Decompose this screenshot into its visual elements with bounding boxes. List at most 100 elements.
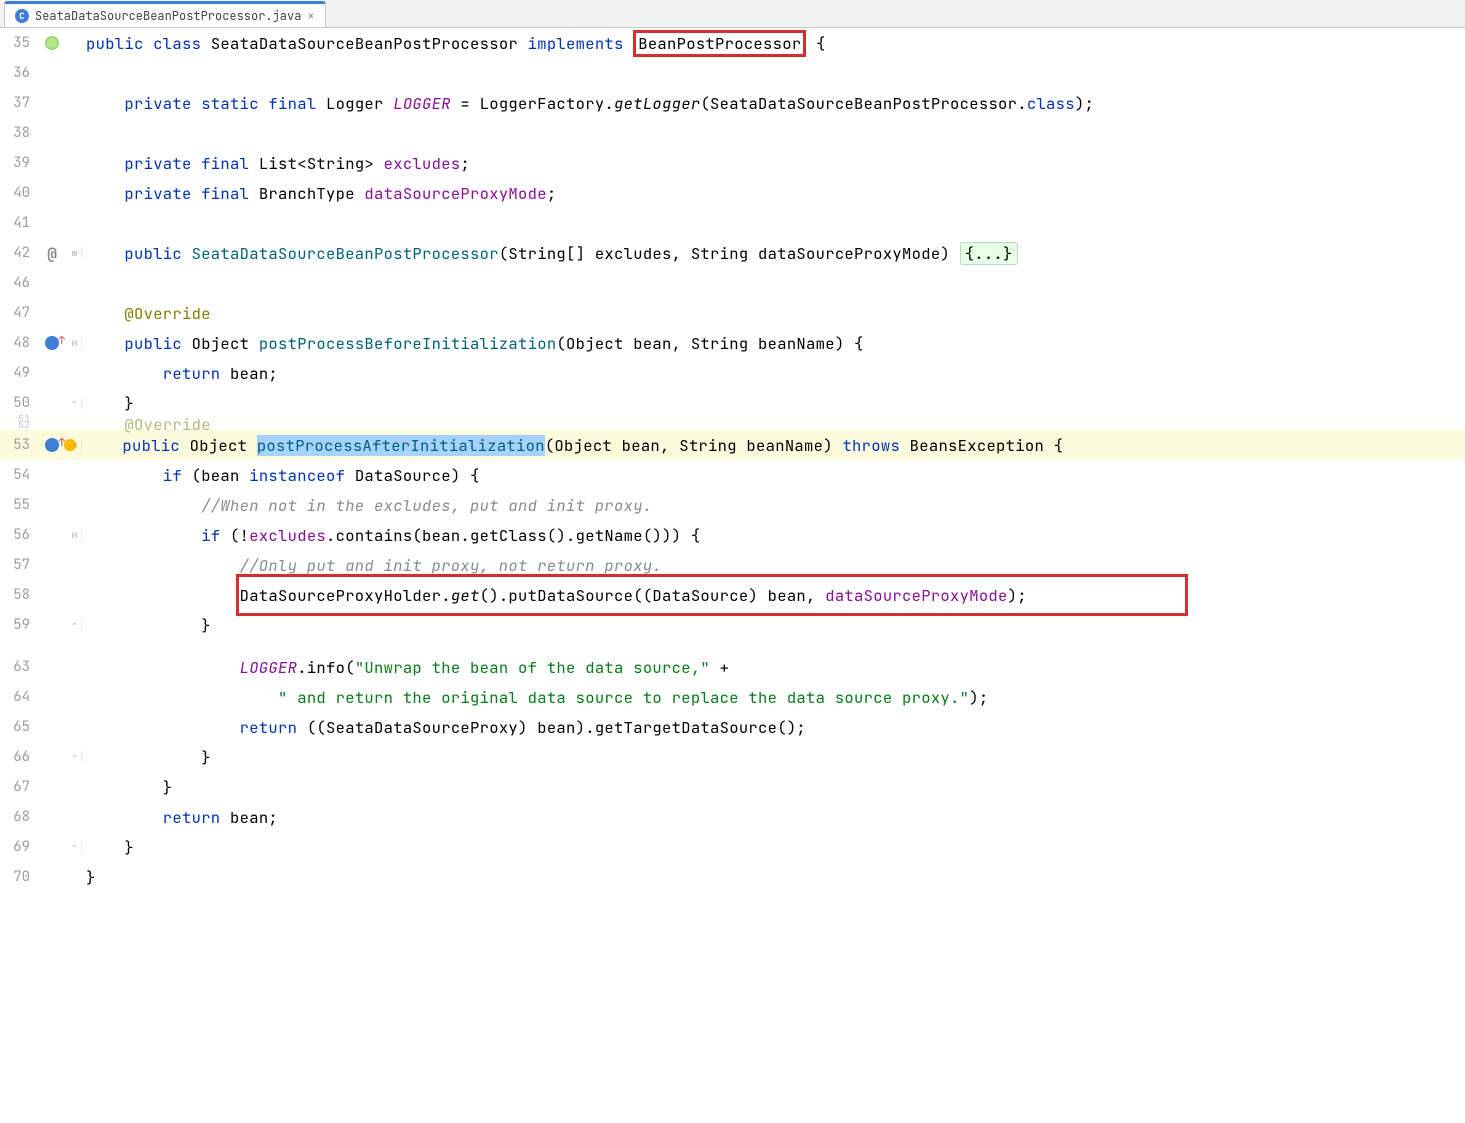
code-row[interactable]: 69 ⌃ } (0, 832, 1465, 862)
code-text[interactable]: return bean; (82, 363, 1465, 384)
code-text[interactable]: @Override (82, 414, 1465, 435)
line-number[interactable]: 41 (0, 214, 36, 232)
line-number[interactable]: 68 (0, 808, 36, 826)
code-text[interactable]: return bean; (82, 807, 1465, 828)
fold-handle[interactable]: ⌃ (68, 841, 82, 853)
code-row[interactable]: 35 public class SeataDataSourceBeanPostPr… (0, 28, 1465, 58)
line-number[interactable]: 36 (0, 64, 36, 82)
code-row[interactable]: 47 @Override (0, 298, 1465, 328)
code-row[interactable]: 48 ⊟ public Object postProcessBeforeIniti… (0, 328, 1465, 358)
code-text[interactable]: } (82, 747, 1465, 768)
line-number[interactable]: 40 (0, 184, 36, 202)
code-row[interactable]: 37 private static final Logger LOGGER = … (0, 88, 1465, 118)
code-text[interactable]: } (82, 777, 1465, 798)
override-icon[interactable] (45, 336, 59, 350)
code-row[interactable]: 63 LOGGER.info("Unwrap the bean of the d… (0, 652, 1465, 682)
code-text[interactable]: LOGGER.info("Unwrap the bean of the data… (82, 657, 1465, 678)
fold-handle[interactable]: ⊟ (68, 529, 82, 541)
fold-handle[interactable]: ⊟ (68, 337, 82, 349)
code-row[interactable]: 53⊟ public Object postProcessAfterInitia… (0, 430, 1465, 460)
code-text[interactable]: public Object postProcessBeforeInitializ… (82, 333, 1465, 354)
code-row[interactable]: 42 @ ⊞ public SeataDataSourceBeanPostProce… (0, 238, 1465, 268)
code-text[interactable]: private final BranchType dataSourceProxy… (82, 183, 1465, 204)
line-number[interactable]: 54 (0, 466, 36, 484)
fold-handle[interactable]: ⌃ (68, 397, 82, 409)
code-row[interactable]: 39 private final List<String> excludes; (0, 148, 1465, 178)
code-row[interactable]: 58 DataSourceProxyHolder.get().putDataSo… (0, 580, 1465, 610)
recursive-class-icon[interactable] (45, 36, 59, 50)
line-number[interactable]: 66 (0, 748, 36, 766)
fold-handle[interactable]: ⊞ (68, 247, 82, 259)
line-number[interactable]: 42 (0, 244, 36, 262)
line-number[interactable]: 58 (0, 586, 36, 604)
code-text[interactable]: @Override (82, 303, 1465, 324)
code-row[interactable]: 38 (0, 118, 1465, 148)
line-number[interactable]: 63 (0, 658, 36, 676)
code-text[interactable]: if (bean instanceof DataSource) { (82, 465, 1465, 486)
line-number[interactable]: 47 (0, 304, 36, 322)
code-text[interactable]: private static final Logger LOGGER = Log… (82, 93, 1465, 114)
code-column[interactable]: 35 public class SeataDataSourceBeanPostPr… (0, 28, 1465, 1123)
code-row[interactable]: 65 return ((SeataDataSourceProxy) bean).… (0, 712, 1465, 742)
code-text[interactable]: } (82, 393, 1465, 414)
code-row[interactable]: 68 return bean; (0, 802, 1465, 832)
code-text[interactable]: public class SeataDataSourceBeanPostProc… (82, 30, 1465, 57)
close-icon[interactable]: × (307, 8, 314, 24)
code-row[interactable] (0, 640, 1465, 652)
line-number[interactable]: 70 (0, 868, 36, 886)
line-number[interactable]: 46 (0, 274, 36, 292)
code-text[interactable]: private final List<String> excludes; (82, 153, 1465, 174)
line-number[interactable]: 37 (0, 94, 36, 112)
code-row[interactable]: 5152 @Override (0, 418, 1465, 430)
code-text[interactable]: DataSourceProxyHolder.get().putDataSourc… (82, 585, 1465, 606)
code-row[interactable]: 40 private final BranchType dataSourcePr… (0, 178, 1465, 208)
line-number[interactable]: 64 (0, 688, 36, 706)
code-row[interactable]: 41 (0, 208, 1465, 238)
code-row[interactable]: 36 (0, 58, 1465, 88)
code-text[interactable]: //Only put and init proxy, not return pr… (82, 555, 1465, 576)
fold-handle[interactable]: ⌃ (68, 619, 82, 631)
line-number[interactable]: 57 (0, 556, 36, 574)
code-row[interactable]: 49 return bean; (0, 358, 1465, 388)
code-text[interactable]: } (82, 837, 1465, 858)
line-number[interactable]: 67 (0, 778, 36, 796)
code-row[interactable]: 56 ⊟ if (!excludes.contains(bean.getClass… (0, 520, 1465, 550)
line-number[interactable]: 50 (0, 394, 36, 412)
code-row[interactable]: 59 ⌃ } (0, 610, 1465, 640)
line-number[interactable]: 65 (0, 718, 36, 736)
code-text[interactable]: if (!excludes.contains(bean.getClass().g… (82, 525, 1465, 546)
code-text[interactable]: public SeataDataSourceBeanPostProcessor(… (82, 243, 1465, 264)
line-number[interactable]: 49 (0, 364, 36, 382)
line-number[interactable]: 59 (0, 616, 36, 634)
code-row[interactable]: 54 if (bean instanceof DataSource) { (0, 460, 1465, 490)
tab-filename: SeataDataSourceBeanPostProcessor.java (35, 8, 301, 24)
code-row[interactable]: 55 //When not in the excludes, put and i… (0, 490, 1465, 520)
at-gutter-icon[interactable]: @ (47, 243, 57, 264)
code-text[interactable]: } (82, 615, 1465, 636)
code-text[interactable]: public Object postProcessAfterInitializa… (82, 435, 1465, 456)
code-text[interactable]: " and return the original data source to… (82, 687, 1465, 708)
code-text[interactable]: return ((SeataDataSourceProxy) bean).get… (82, 717, 1465, 738)
line-number[interactable]: 55 (0, 496, 36, 514)
code-row[interactable]: 57 //Only put and init proxy, not return… (0, 550, 1465, 580)
line-number[interactable]: 69 (0, 838, 36, 856)
fold-handle[interactable]: ⌃ (68, 751, 82, 763)
override-icon[interactable] (45, 438, 59, 452)
code-row[interactable]: 46 (0, 268, 1465, 298)
code-row[interactable]: 70} (0, 862, 1465, 892)
line-number[interactable]: 56 (0, 526, 36, 544)
intention-bulb-icon[interactable] (64, 439, 76, 451)
line-number[interactable]: 39 (0, 154, 36, 172)
line-number[interactable]: 53 (0, 436, 36, 454)
line-number[interactable]: 5152 (0, 415, 36, 433)
code-row[interactable]: 66 ⌃ } (0, 742, 1465, 772)
code-text[interactable]: } (82, 867, 1465, 888)
tab-file[interactable]: C SeataDataSourceBeanPostProcessor.java … (4, 1, 326, 27)
line-number[interactable]: 38 (0, 124, 36, 142)
line-number[interactable]: 48 (0, 334, 36, 352)
line-number[interactable]: 35 (0, 34, 36, 52)
code-text[interactable]: //When not in the excludes, put and init… (82, 495, 1465, 516)
folded-code-block[interactable]: {...} (960, 242, 1018, 265)
code-row[interactable]: 64 " and return the original data source… (0, 682, 1465, 712)
code-row[interactable]: 67 } (0, 772, 1465, 802)
